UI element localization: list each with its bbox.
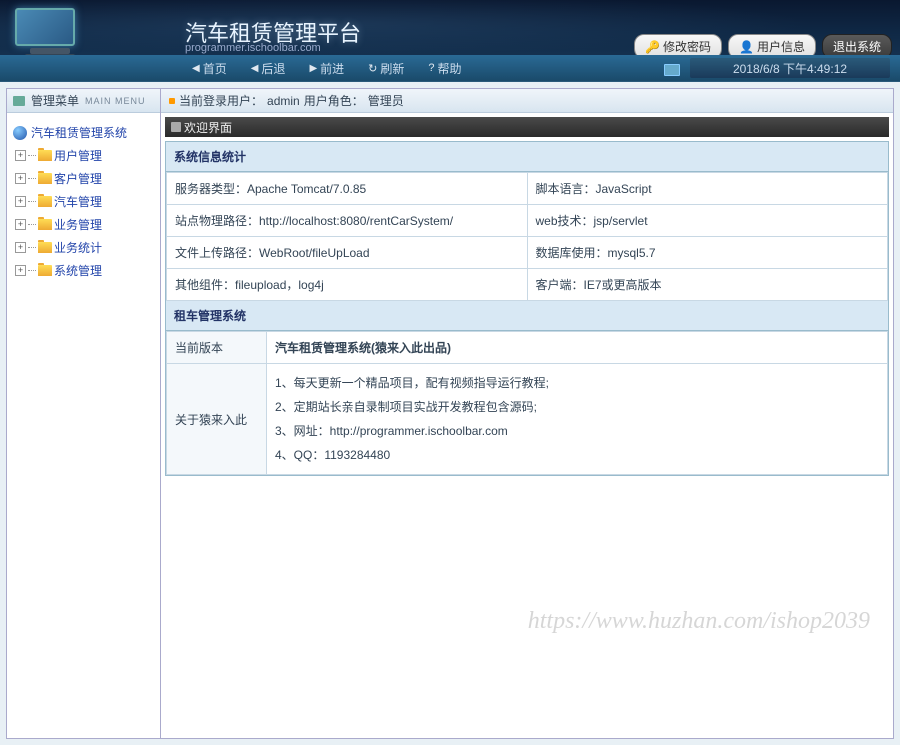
tree-node-1[interactable]: + 客户管理 <box>11 167 156 190</box>
expand-icon[interactable]: + <box>15 242 26 253</box>
tree-node-2[interactable]: + 汽车管理 <box>11 190 156 213</box>
refresh-icon: ↻ <box>368 62 377 75</box>
rent-sys-title: 租车管理系统 <box>166 301 888 331</box>
tree-node-label: 业务管理 <box>54 216 102 233</box>
table-row: 其他组件：fileupload，log4j客户端：IE7或更高版本 <box>167 269 888 301</box>
about-label: 关于猿来入此 <box>167 364 267 475</box>
about-content: 1、每天更新一个精品项目，配有视频指导运行教程;2、定期站长亲自录制项目实战开发… <box>267 364 888 475</box>
back-icon: ◀ <box>251 63 259 74</box>
nav-refresh[interactable]: ↻刷新 <box>356 56 416 81</box>
globe-icon <box>13 126 27 140</box>
tree-node-0[interactable]: + 用户管理 <box>11 144 156 167</box>
folder-icon <box>38 242 52 253</box>
nav-back[interactable]: ◀后退 <box>239 56 298 81</box>
nav-home[interactable]: ◀首页 <box>180 56 239 81</box>
info-cell: 文件上传路径：WebRoot/fileUpLoad <box>167 237 528 269</box>
menu-icon <box>13 96 25 106</box>
about-line: 2、定期站长亲自录制项目实战开发教程包含源码; <box>275 395 879 419</box>
main-area: 当前登录用户： admin 用户角色：管理员 欢迎界面 系统信息统计 服务器类型：… <box>161 88 894 739</box>
table-row: 文件上传路径：WebRoot/fileUpLoad数据库使用：mysql5.7 <box>167 237 888 269</box>
folder-icon <box>38 196 52 207</box>
nav-help[interactable]: ?帮助 <box>416 56 473 81</box>
sidebar-subtitle: MAIN MENU <box>85 96 146 106</box>
expand-icon[interactable]: + <box>15 219 26 230</box>
about-line: 3、网址：http://programmer.ischoolbar.com <box>275 419 879 443</box>
forward-icon: ▶ <box>309 63 317 74</box>
status-dot-icon <box>169 98 175 104</box>
tree-root-label: 汽车租赁管理系统 <box>31 124 127 141</box>
folder-icon <box>38 219 52 230</box>
folder-icon <box>38 150 52 161</box>
info-cell: 服务器类型：Apache Tomcat/7.0.85 <box>167 173 528 205</box>
welcome-bar: 欢迎界面 <box>165 117 889 137</box>
app-subtitle: programmer.ischoolbar.com <box>185 42 321 54</box>
welcome-title: 欢迎界面 <box>184 119 232 136</box>
table-row: 当前版本 汽车租赁管理系统(猿来入此出品) <box>167 332 888 364</box>
expand-icon[interactable]: + <box>15 196 26 207</box>
app-header: 汽车租赁管理平台 programmer.ischoolbar.com 🔑修改密码… <box>0 0 900 82</box>
sys-stats-table: 服务器类型：Apache Tomcat/7.0.85脚本语言：JavaScrip… <box>166 172 888 301</box>
nav-tree: 汽车租赁管理系统 + 用户管理 + 客户管理 + 汽车管理 + 业务管理 + 业务统计 + 系统管理 <box>7 113 160 290</box>
table-row: 站点物理路径：http://localhost:8080/rentCarSyst… <box>167 205 888 237</box>
user-icon: 👤 <box>739 40 754 54</box>
status-role-prefix: 用户角色： <box>304 92 364 109</box>
status-bar: 当前登录用户： admin 用户角色：管理员 <box>161 89 893 113</box>
tree-node-label: 业务统计 <box>54 239 102 256</box>
tree-node-3[interactable]: + 业务管理 <box>11 213 156 236</box>
content: 管理菜单 MAIN MENU 汽车租赁管理系统 +用户管理+客户管理+汽车管理+… <box>6 88 894 739</box>
sys-stats-panel: 系统信息统计 服务器类型：Apache Tomcat/7.0.85脚本语言：Ja… <box>165 141 889 476</box>
expand-icon[interactable]: + <box>15 265 26 276</box>
sys-stats-title: 系统信息统计 <box>166 142 888 172</box>
datetime-display: 2018/6/8 下午4:49:12 <box>690 58 890 78</box>
sidebar-title: 管理菜单 <box>31 92 79 109</box>
expand-icon[interactable]: + <box>15 173 26 184</box>
sidebar-header: 管理菜单 MAIN MENU <box>7 89 160 113</box>
tree-node-label: 用户管理 <box>54 147 102 164</box>
version-label: 当前版本 <box>167 332 267 364</box>
info-cell: 数据库使用：mysql5.7 <box>527 237 888 269</box>
info-cell: 脚本语言：JavaScript <box>527 173 888 205</box>
status-user: admin <box>267 94 300 108</box>
info-cell: 客户端：IE7或更高版本 <box>527 269 888 301</box>
about-line: 4、QQ：1193284480 <box>275 443 879 467</box>
help-icon: ? <box>428 62 434 74</box>
rent-sys-table: 当前版本 汽车租赁管理系统(猿来入此出品) 关于猿来入此 1、每天更新一个精品项… <box>166 331 888 475</box>
tree-node-label: 汽车管理 <box>54 193 102 210</box>
table-row: 服务器类型：Apache Tomcat/7.0.85脚本语言：JavaScrip… <box>167 173 888 205</box>
status-role: 管理员 <box>368 92 404 109</box>
info-cell: 站点物理路径：http://localhost:8080/rentCarSyst… <box>167 205 528 237</box>
sidebar: 管理菜单 MAIN MENU 汽车租赁管理系统 +用户管理+客户管理+汽车管理+… <box>6 88 161 739</box>
panel-icon <box>171 122 181 132</box>
home-icon: ◀ <box>192 63 200 74</box>
tree-node-5[interactable]: + 系统管理 <box>11 259 156 282</box>
mini-monitor-icon <box>664 64 680 76</box>
info-cell: 其他组件：fileupload，log4j <box>167 269 528 301</box>
about-line: 1、每天更新一个精品项目，配有视频指导运行教程; <box>275 371 879 395</box>
table-row: 关于猿来入此 1、每天更新一个精品项目，配有视频指导运行教程;2、定期站长亲自录… <box>167 364 888 475</box>
content-wrap: 管理菜单 MAIN MENU 汽车租赁管理系统 +用户管理+客户管理+汽车管理+… <box>0 82 900 745</box>
expand-icon[interactable]: + <box>15 150 26 161</box>
info-cell: web技术：jsp/servlet <box>527 205 888 237</box>
tree-root[interactable]: 汽车租赁管理系统 <box>11 121 156 144</box>
nav-forward[interactable]: ▶前进 <box>297 56 356 81</box>
key-icon: 🔑 <box>645 40 660 54</box>
status-user-prefix: 当前登录用户： <box>179 92 263 109</box>
version-value: 汽车租赁管理系统(猿来入此出品) <box>267 332 888 364</box>
tree-node-4[interactable]: + 业务统计 <box>11 236 156 259</box>
tree-node-label: 客户管理 <box>54 170 102 187</box>
folder-icon <box>38 173 52 184</box>
folder-icon <box>38 265 52 276</box>
tree-node-label: 系统管理 <box>54 262 102 279</box>
